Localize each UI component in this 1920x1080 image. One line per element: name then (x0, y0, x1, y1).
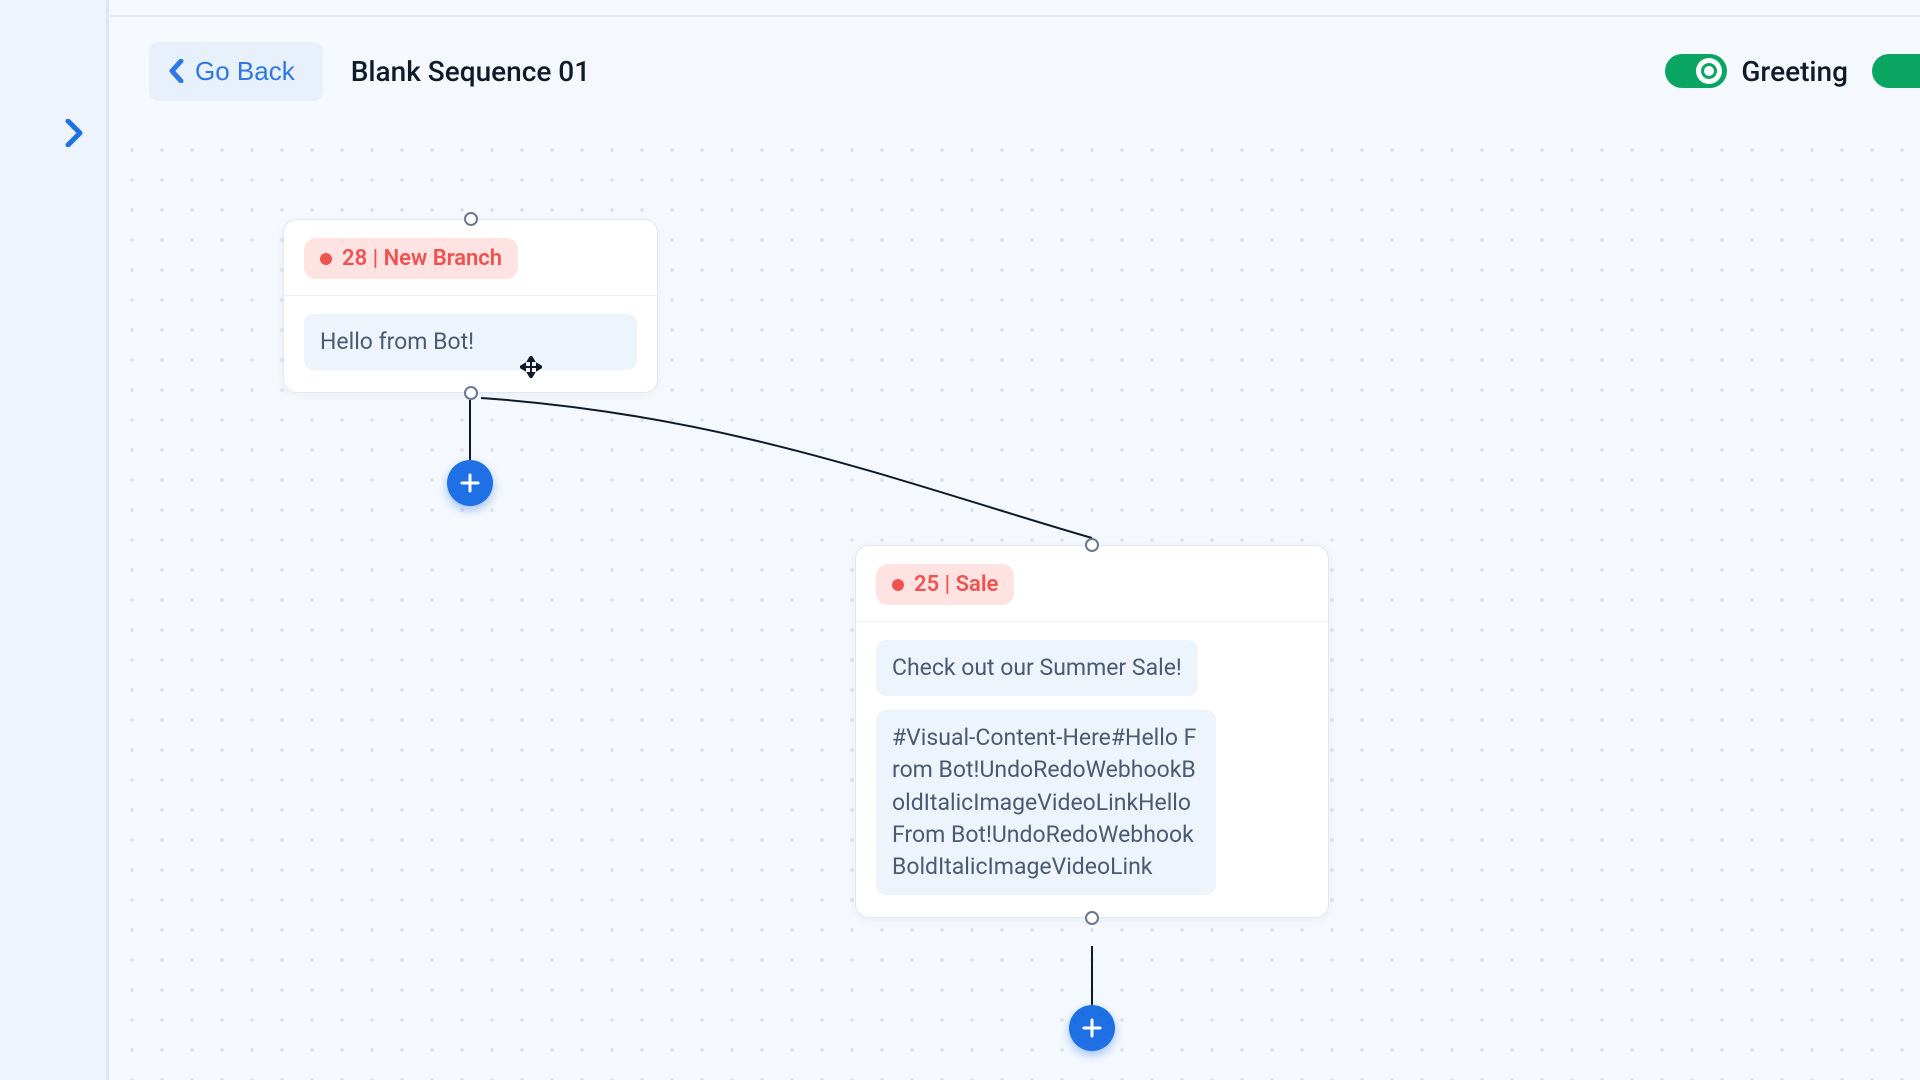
greeting-toggle[interactable] (1665, 54, 1727, 88)
expand-sidebar-button[interactable] (55, 114, 93, 152)
node-body: Hello from Bot! (284, 296, 657, 392)
go-back-label: Go Back (195, 56, 295, 87)
header: Go Back Blank Sequence 01 Greeting (109, 17, 1920, 125)
node-port-top[interactable] (464, 212, 478, 226)
node-port-bottom[interactable] (1085, 911, 1099, 925)
node-message: Hello from Bot! (304, 314, 637, 370)
add-step-button[interactable] (447, 460, 493, 506)
node-body: Check out our Summer Sale! #Visual-Conte… (856, 622, 1328, 917)
header-right: Greeting (1665, 54, 1920, 88)
connector-a-to-b (481, 398, 1092, 538)
flow-canvas[interactable]: 28 | New Branch Hello from Bot! (109, 125, 1920, 1080)
status-dot-icon (320, 253, 332, 265)
go-back-button[interactable]: Go Back (149, 42, 323, 101)
toggle-knob (1696, 58, 1722, 84)
plus-icon (459, 472, 481, 494)
node-message: #Visual-Content-Here#Hello From Bot!Undo… (876, 710, 1216, 895)
toggle-greeting-group: Greeting (1665, 54, 1848, 88)
node-port-top[interactable] (1085, 538, 1099, 552)
chevron-left-icon (169, 59, 185, 83)
node-badge-text: 25 | Sale (914, 572, 998, 597)
node-port-bottom[interactable] (464, 386, 478, 400)
node-header: 28 | New Branch (284, 220, 657, 296)
add-step-button[interactable] (1069, 1005, 1115, 1051)
plus-icon (1081, 1017, 1103, 1039)
status-dot-icon (892, 579, 904, 591)
left-rail (0, 0, 106, 1080)
node-badge: 25 | Sale (876, 564, 1014, 605)
greeting-toggle-label: Greeting (1741, 55, 1848, 88)
node-header: 25 | Sale (856, 546, 1328, 622)
move-cursor-icon (520, 356, 542, 378)
flow-node-sale[interactable]: 25 | Sale Check out our Summer Sale! #Vi… (855, 545, 1329, 918)
node-badge: 28 | New Branch (304, 238, 518, 279)
node-message: Check out our Summer Sale! (876, 640, 1198, 696)
chevron-right-icon (64, 119, 84, 147)
flow-node-new-branch[interactable]: 28 | New Branch Hello from Bot! (283, 219, 658, 393)
node-badge-text: 28 | New Branch (342, 246, 502, 271)
page-title: Blank Sequence 01 (351, 55, 590, 88)
secondary-toggle[interactable] (1872, 54, 1920, 88)
